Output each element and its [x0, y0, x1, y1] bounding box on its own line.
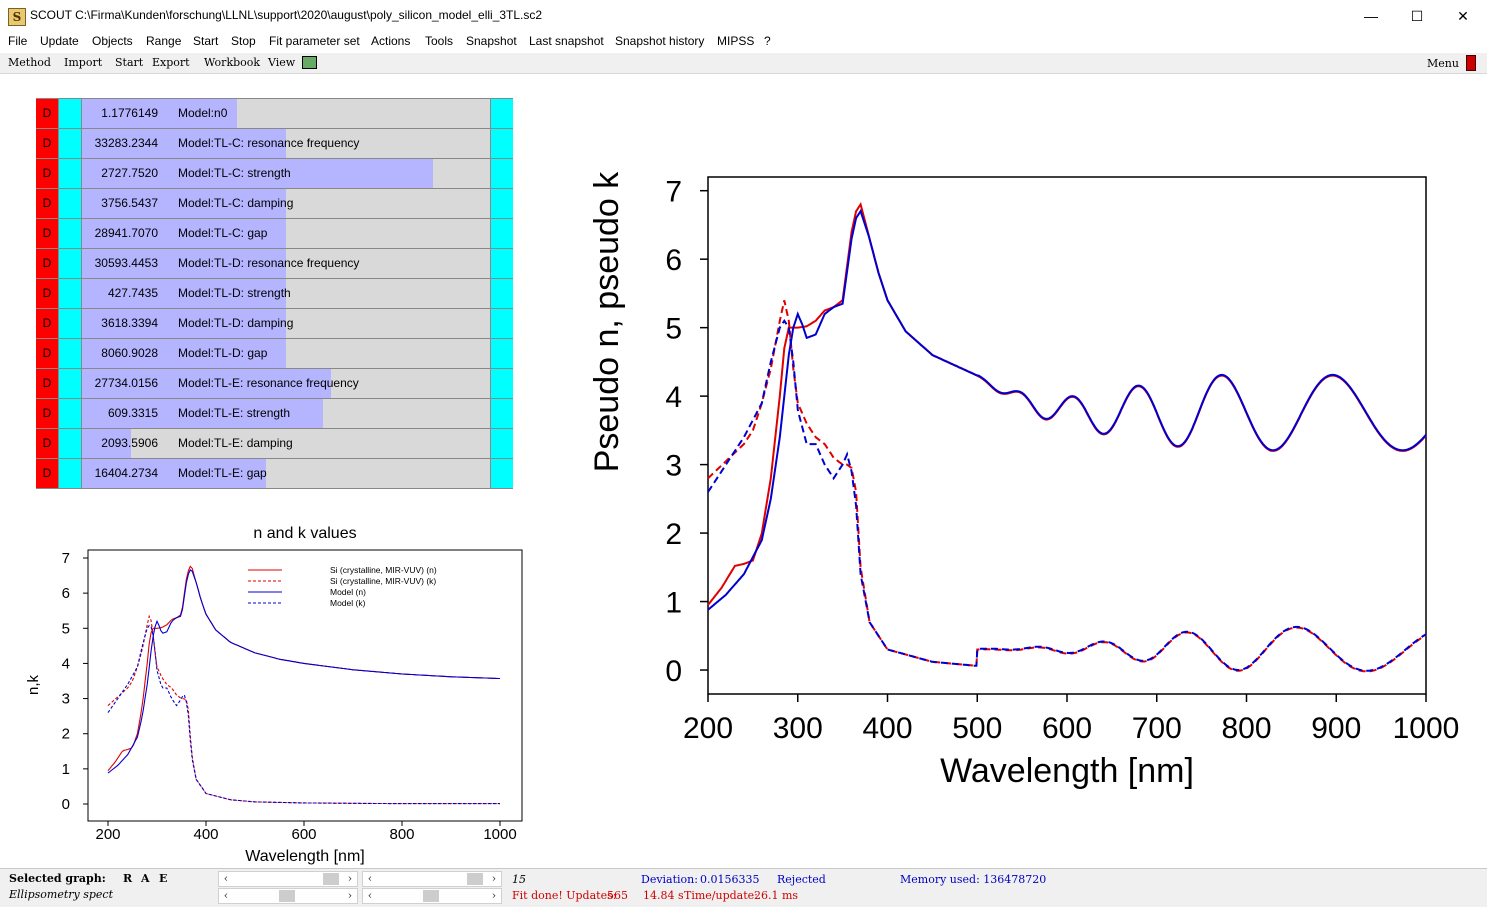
- pseudo-x-tick-label: 800: [1221, 712, 1271, 745]
- nk-x-axis-label: Wavelength [nm]: [245, 848, 364, 865]
- nk-legend-entry: Si (crystalline, MIR-VUV) (n): [330, 565, 437, 575]
- nk-y-tick-label: 7: [62, 550, 70, 567]
- pseudo-y-axis-label: Pseudo n, pseudo k: [588, 171, 626, 473]
- nk-plot-frame: [87, 549, 523, 822]
- nk-values-chart: n and k valuesWavelength [nm]n,k200 400 60…: [25, 171, 1460, 865]
- status-bar: Selected graph: R A E Ellipsometry spect…: [0, 868, 1487, 907]
- nk-x-tick-label: 400: [193, 826, 218, 843]
- pseudo-x-tick-label: 200: [683, 712, 733, 745]
- nk-y-tick-label: 6: [62, 585, 70, 602]
- nk-y-tick-label: 1: [62, 761, 70, 778]
- pseudo-x-tick-label: 500: [952, 712, 1002, 745]
- pseudo-x-axis-label: Wavelength [nm]: [940, 752, 1194, 790]
- pseudo-y-tick-label: 7: [665, 176, 682, 209]
- time-update-label: Time/update:: [684, 889, 758, 902]
- nk-y-tick-label: 3: [62, 691, 70, 708]
- scrollbar-3[interactable]: ‹ ›: [218, 888, 358, 904]
- nk-chart-title: n and k values: [253, 525, 356, 542]
- rejected-status: Rejected: [777, 873, 826, 886]
- scrollbar-4[interactable]: ‹ ›: [362, 888, 502, 904]
- fit-time: 14.84 s: [643, 889, 684, 902]
- nk-y-tick-label: 0: [62, 796, 70, 813]
- fit-done-label: Fit done! Updates:: [512, 889, 617, 902]
- graph-e-button[interactable]: E: [159, 872, 167, 885]
- nk-y-tick-label: 5: [62, 620, 70, 637]
- graph-name: Ellipsometry spect: [9, 888, 114, 901]
- iteration-count: 15: [512, 873, 526, 886]
- pseudo-y-tick-label: 1: [665, 587, 682, 620]
- selected-graph-label: Selected graph:: [9, 872, 106, 885]
- pseudo-x-tick-label: 300: [773, 712, 823, 745]
- pseudo-y-tick-label: 6: [665, 244, 682, 277]
- deviation-label: Deviation:: [641, 873, 698, 886]
- pseudo-x-tick-label: 600: [1042, 712, 1092, 745]
- nk-legend-entry: Si (crystalline, MIR-VUV) (k): [330, 576, 436, 586]
- graph-r-button[interactable]: R: [123, 872, 132, 885]
- memory-used: Memory used: 136478720: [900, 873, 1047, 886]
- pseudo-y-tick-label: 5: [665, 313, 682, 346]
- time-update-value: 26.1 ms: [754, 889, 799, 902]
- scrollbar-2[interactable]: ‹ ›: [362, 871, 502, 887]
- nk-y-tick-label: 4: [62, 655, 70, 672]
- scrollbar-1[interactable]: ‹ ›: [218, 871, 358, 887]
- pseudo-x-tick-label: 400: [862, 712, 912, 745]
- nk-x-tick-label: 200: [95, 826, 120, 843]
- nk-x-tick-label: 1000: [483, 826, 516, 843]
- nk-legend-entry: Model (n): [330, 587, 366, 597]
- nk-y-axis-label: n,k: [25, 674, 42, 695]
- pseudo-y-tick-label: 3: [665, 450, 682, 483]
- deviation-value: 0.0156335: [700, 873, 760, 886]
- nk-legend-entry: Model (k): [330, 598, 366, 608]
- pseudo-x-tick-label: 700: [1132, 712, 1182, 745]
- pseudo-y-tick-label: 0: [665, 655, 682, 688]
- nk-x-tick-label: 800: [389, 826, 414, 843]
- pseudo-y-tick-label: 2: [665, 518, 682, 551]
- pseudo-x-tick-label: 1000: [1393, 712, 1460, 745]
- pseudo-x-tick-label: 900: [1311, 712, 1361, 745]
- nk-y-tick-label: 2: [62, 726, 70, 743]
- graph-a-button[interactable]: A: [141, 872, 150, 885]
- nk-x-tick-label: 600: [291, 826, 316, 843]
- pseudo-y-tick-label: 4: [665, 381, 682, 414]
- updates-count: 565: [607, 889, 628, 902]
